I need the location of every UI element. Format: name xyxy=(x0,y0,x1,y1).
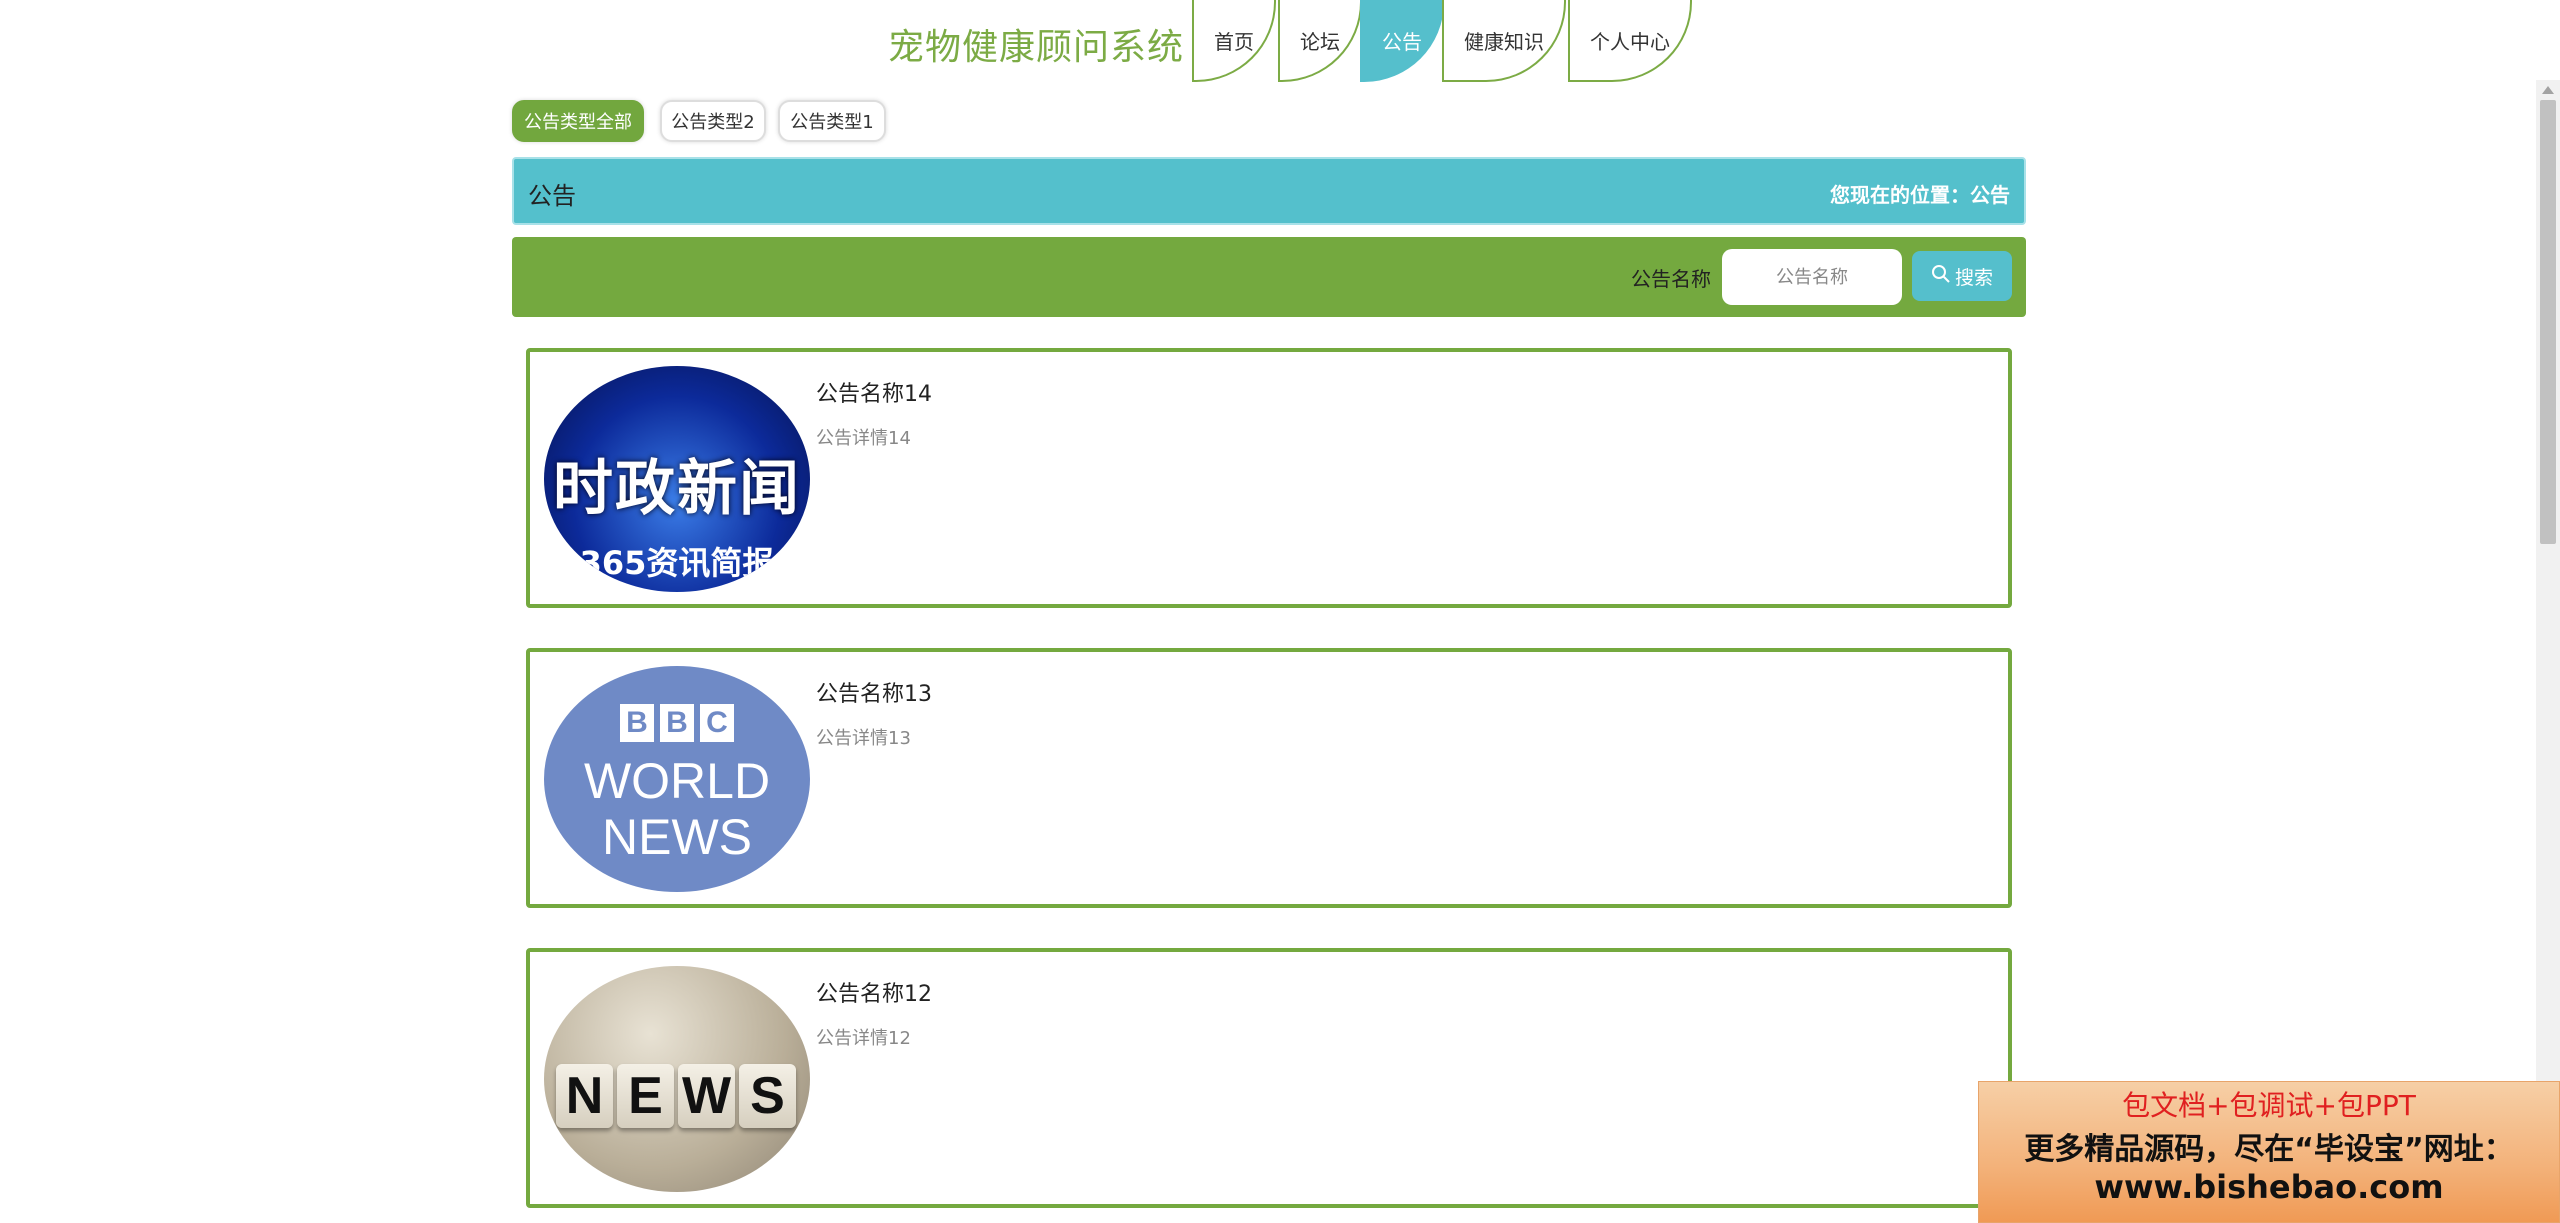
category-type1[interactable]: 公告类型1 xyxy=(778,100,886,142)
category-all[interactable]: 公告类型全部 xyxy=(512,100,644,142)
notice-name[interactable]: 公告名称14 xyxy=(816,376,932,408)
nav-health-knowledge[interactable]: 健康知识 xyxy=(1442,0,1566,82)
notice-card[interactable]: 时政新闻 365资讯简报 公告名称14 公告详情14 xyxy=(526,348,2012,608)
thumbnail-text: WORLD xyxy=(583,753,771,809)
notice-name[interactable]: 公告名称13 xyxy=(816,676,932,708)
bbc-letter: B xyxy=(620,704,654,742)
nav-forum[interactable]: 论坛 xyxy=(1278,0,1362,82)
search-icon xyxy=(1931,264,1951,289)
search-input[interactable] xyxy=(1722,249,1902,305)
site-title: 宠物健康顾问系统 xyxy=(888,27,1185,68)
thumbnail-subtext: 365资讯简报 xyxy=(579,544,775,582)
search-button[interactable]: 搜索 xyxy=(1912,251,2012,301)
notice-detail: 公告详情12 xyxy=(816,1028,911,1049)
section-title-bar: 公告 您现在的位置：公告 xyxy=(512,157,2026,225)
site-header: 宠物健康顾问系统 首页 论坛 公告 健康知识 个人中心 xyxy=(0,0,2560,90)
category-type2[interactable]: 公告类型2 xyxy=(660,100,766,142)
dice-letter: E xyxy=(617,1064,674,1128)
search-bar: 公告名称 搜索 xyxy=(512,237,2026,317)
notice-card[interactable]: N E W S 公告名称12 公告详情12 xyxy=(526,948,2012,1208)
search-button-label: 搜索 xyxy=(1954,266,1993,289)
ad-banner[interactable]: 包文档+包调试+包PPT 更多精品源码，尽在“毕设宝”网址： www.bishe… xyxy=(1978,1081,2560,1223)
nav-personal-center[interactable]: 个人中心 xyxy=(1568,0,1692,82)
search-label: 公告名称 xyxy=(1631,267,1711,291)
dice-letter: S xyxy=(739,1064,796,1128)
breadcrumb: 您现在的位置：公告 xyxy=(1830,183,2010,207)
thumbnail-text: NEWS xyxy=(602,809,752,865)
notice-thumbnail: N E W S xyxy=(544,966,810,1192)
ad-line: 更多精品源码，尽在“毕设宝”网址： xyxy=(2024,1132,2514,1167)
thumbnail-text: 时政新闻 xyxy=(553,454,801,524)
notice-detail: 公告详情13 xyxy=(816,728,911,749)
bbc-letter: C xyxy=(700,704,734,742)
bbc-letter: B xyxy=(660,704,694,742)
notice-name[interactable]: 公告名称12 xyxy=(816,976,932,1008)
news-dice: N E W S xyxy=(556,1064,796,1128)
nav-home[interactable]: 首页 xyxy=(1192,0,1276,82)
scroll-up-icon[interactable] xyxy=(2542,86,2554,94)
notice-thumbnail: 时政新闻 365资讯简报 xyxy=(544,366,810,592)
ad-line: 包文档+包调试+包PPT xyxy=(2122,1089,2416,1122)
page-scrollbar[interactable] xyxy=(2536,80,2560,1223)
dice-letter: W xyxy=(678,1064,735,1128)
ad-url[interactable]: www.bishebao.com xyxy=(1979,1168,2559,1206)
section-title: 公告 xyxy=(528,182,576,210)
notice-thumbnail: B B C WORLD NEWS xyxy=(544,666,810,892)
dice-letter: N xyxy=(556,1064,613,1128)
notice-card[interactable]: B B C WORLD NEWS 公告名称13 公告详情13 xyxy=(526,648,2012,908)
notice-detail: 公告详情14 xyxy=(816,428,911,449)
scroll-thumb[interactable] xyxy=(2540,100,2556,544)
bbc-logo: B B C xyxy=(544,704,810,742)
nav-notice[interactable]: 公告 xyxy=(1360,0,1444,82)
